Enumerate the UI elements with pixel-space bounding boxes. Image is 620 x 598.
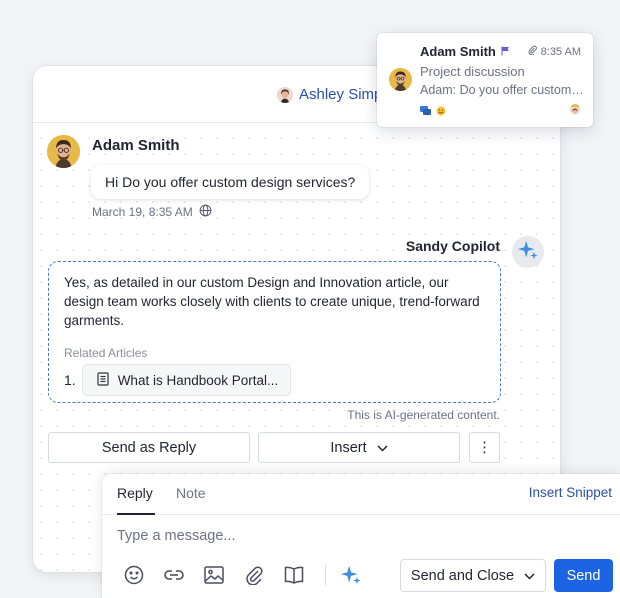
send-as-reply-label: Send as Reply	[101, 439, 197, 456]
message-timestamp: March 19, 8:35 AM	[92, 205, 193, 219]
globe-icon	[199, 204, 212, 220]
link-icon[interactable]	[163, 564, 185, 586]
related-article-number: 1.	[64, 372, 76, 388]
chat-icon	[420, 103, 431, 121]
emoji-picker-icon[interactable]	[123, 564, 145, 586]
send-button[interactable]: Send	[554, 559, 613, 592]
flag-icon	[501, 44, 510, 59]
related-article-title: What is Handbook Portal...	[117, 372, 279, 388]
notification-avatar	[389, 68, 412, 91]
customer-avatar	[47, 135, 80, 168]
notification-sender: Adam Smith	[420, 44, 510, 59]
image-icon[interactable]	[203, 564, 225, 586]
chevron-down-icon	[377, 440, 388, 456]
emoji-icon	[436, 103, 446, 121]
send-as-reply-button[interactable]: Send as Reply	[48, 432, 250, 463]
toolbar-divider	[325, 564, 326, 586]
assignee-avatar	[277, 86, 293, 103]
more-options-icon: ⋮	[477, 439, 492, 456]
paperclip-icon[interactable]	[243, 564, 265, 586]
ai-generated-note: This is AI-generated content.	[347, 408, 500, 422]
tab-note[interactable]: Note	[176, 485, 206, 501]
notification-popup[interactable]: Adam Smith 8:35 AM Project discussion Ad…	[377, 33, 593, 127]
tab-reply[interactable]: Reply	[117, 485, 155, 515]
notification-name: Adam Smith	[420, 44, 496, 59]
assignee-mini-avatar	[570, 104, 580, 114]
document-icon	[97, 371, 109, 389]
notification-subject: Project discussion	[420, 64, 525, 79]
related-article-link[interactable]: What is Handbook Portal...	[81, 364, 292, 396]
copilot-avatar	[512, 236, 544, 268]
message-meta: March 19, 8:35 AM	[92, 204, 212, 220]
customer-name: Adam Smith	[92, 137, 180, 154]
notification-time-group: 8:35 AM	[528, 45, 581, 58]
copilot-name: Sandy Copilot	[405, 238, 500, 254]
ai-sparkle-icon[interactable]	[340, 564, 362, 586]
related-article-item: 1. What is Handbook Portal...	[64, 364, 485, 396]
paperclip-icon	[528, 45, 537, 58]
sparkle-icon	[517, 239, 539, 266]
chevron-down-icon	[524, 568, 535, 584]
assignee-name: Ashley Simp	[299, 86, 383, 103]
notification-icons	[420, 103, 446, 121]
notification-preview: Adam: Do you offer custom design service…	[420, 83, 585, 97]
notification-time: 8:35 AM	[540, 45, 581, 58]
insert-label: Insert	[330, 439, 367, 456]
send-and-close-label: Send and Close	[410, 567, 515, 584]
book-icon[interactable]	[283, 564, 305, 586]
insert-snippet-link[interactable]: Insert Snippet	[529, 485, 612, 500]
assignee[interactable]: Ashley Simp	[277, 86, 382, 103]
customer-message: Hi Do you offer custom design services?	[91, 165, 370, 199]
send-label: Send	[566, 567, 601, 584]
composer-toolbar	[123, 564, 380, 586]
related-articles-label: Related Articles	[64, 346, 148, 360]
more-options-button[interactable]: ⋮	[469, 432, 500, 463]
composer: Reply Note Insert Snippet Send and Close…	[102, 474, 620, 598]
ai-response: Yes, as detailed in our custom Design an…	[48, 261, 501, 403]
ai-response-text: Yes, as detailed in our custom Design an…	[64, 275, 480, 328]
composer-tabs: Reply Note Insert Snippet	[102, 474, 620, 515]
insert-button[interactable]: Insert	[258, 432, 460, 463]
message-input[interactable]	[117, 528, 517, 544]
send-and-close-button[interactable]: Send and Close	[400, 559, 546, 592]
